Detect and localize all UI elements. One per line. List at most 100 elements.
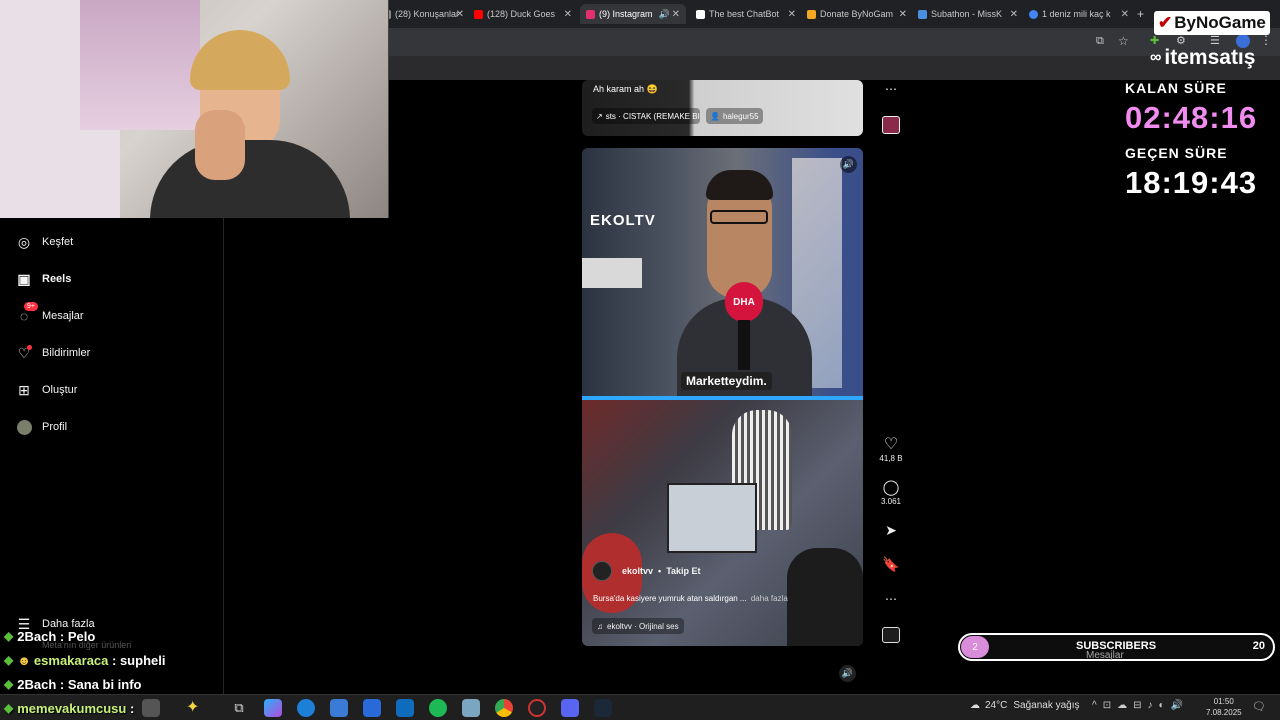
comment-action[interactable]: ◯ 3.061 bbox=[878, 479, 904, 506]
more-options-icon[interactable]: ⋯ bbox=[878, 592, 904, 606]
sidebar-item-label: Reels bbox=[42, 273, 72, 285]
sidebar-item-messages[interactable]: ◌ 9+ Mesajlar bbox=[16, 302, 84, 326]
chat-message: ◆ 2Bach : Pelo bbox=[0, 624, 260, 648]
chat-separator: : bbox=[108, 652, 120, 668]
subscriber-goal-bar: 2 SUBSCRIBERS Mesajlar 20 bbox=[958, 633, 1275, 661]
chat-separator: : bbox=[56, 676, 68, 692]
notification-badge: 9+ bbox=[24, 302, 38, 311]
tab-favicon-icon bbox=[696, 9, 705, 19]
weather-widget[interactable]: ☁ 24°C Sağanak yağış bbox=[970, 700, 1080, 711]
sidebar-item-create[interactable]: ⊞ Oluştur bbox=[16, 380, 77, 400]
sidebar-item-explore[interactable]: ◎ Keşfet bbox=[16, 232, 73, 252]
close-icon[interactable]: ✕ bbox=[456, 9, 464, 20]
headphones bbox=[150, 140, 350, 218]
outlook-icon[interactable] bbox=[396, 699, 414, 717]
chat-message: ◆ 2Bach : Sana bi info bbox=[0, 672, 260, 696]
arrow-up-right-icon: ↗ bbox=[596, 111, 603, 121]
close-icon[interactable]: ✕ bbox=[1010, 9, 1018, 20]
close-icon[interactable]: ✕ bbox=[1121, 9, 1129, 20]
tab-label: 1 deniz mili kaç k bbox=[1042, 9, 1111, 19]
cash-register-screen bbox=[667, 483, 757, 553]
close-icon[interactable]: ✕ bbox=[788, 9, 796, 20]
edge-icon[interactable] bbox=[297, 699, 315, 717]
like-action[interactable]: ♡ 41,8 B bbox=[878, 436, 904, 463]
author-avatar[interactable] bbox=[592, 561, 612, 581]
follow-button[interactable]: Takip Et bbox=[666, 566, 700, 576]
chat-username: memevakumcusu bbox=[17, 700, 127, 716]
spotify-icon[interactable] bbox=[429, 699, 447, 717]
like-count: 41,8 B bbox=[879, 454, 903, 463]
notification-center-icon[interactable]: 🗨 bbox=[1252, 700, 1266, 713]
browser-tab[interactable]: 1 deniz mili kaç k ✕ bbox=[1029, 4, 1129, 24]
chat-badge-icon: ◆ bbox=[4, 677, 14, 691]
reel-main[interactable]: EKOLTV DHA Marketteydim. 🔊 ekoltvv • Tak… bbox=[582, 148, 863, 646]
browser-tab[interactable]: The best ChatBot ✕ bbox=[696, 4, 796, 24]
reel-author-row: ekoltvv • Takip Et bbox=[592, 561, 701, 581]
browser-tab[interactable]: Donate ByNoGam ✕ bbox=[807, 4, 907, 24]
sidebar-item-label: Oluştur bbox=[42, 384, 78, 396]
subathon-timer: KALAN SÜRE 02:48:16 GEÇEN SÜRE 18:19:43 bbox=[1110, 80, 1280, 210]
reel-audio-chip[interactable]: ↗ sts · CISTAK (REMAKE BI bbox=[592, 108, 700, 124]
comment-icon[interactable]: ◯ bbox=[878, 479, 904, 497]
chat-text: supheli bbox=[119, 652, 166, 668]
audio-thumbnail[interactable] bbox=[882, 116, 900, 134]
remaining-time-label: KALAN SÜRE bbox=[1125, 80, 1227, 96]
kebab-menu-icon[interactable]: ⋮ bbox=[1260, 33, 1272, 47]
browser-tab[interactable]: (28) Konuşanlar ✕ bbox=[382, 4, 464, 24]
reel-audio-chip[interactable]: ♫ ekoltvv · Orijinal ses bbox=[592, 618, 684, 634]
brand-name: ByNoGame bbox=[1174, 13, 1266, 32]
emote-icon: ☻ bbox=[17, 652, 31, 668]
channel-logo: EKOLTV bbox=[590, 212, 656, 229]
close-icon[interactable]: ✕ bbox=[672, 9, 680, 20]
install-app-icon[interactable]: ⧉ bbox=[1096, 35, 1104, 48]
sidebar-item-notifications[interactable]: ♡ Bildirimler bbox=[16, 343, 91, 363]
more-options-icon[interactable]: ⋯ bbox=[878, 82, 904, 96]
copilot-icon[interactable] bbox=[264, 699, 282, 717]
bookmark-star-icon[interactable]: ☆ bbox=[1118, 34, 1129, 48]
system-tray-icons[interactable]: ^⊡☁⊟♪◐🔊 bbox=[1092, 700, 1189, 711]
remaining-time-value: 02:48:16 bbox=[1125, 100, 1258, 135]
heart-icon[interactable]: ♡ bbox=[878, 436, 904, 454]
settings-gear-icon[interactable] bbox=[462, 699, 480, 717]
close-icon[interactable]: ✕ bbox=[899, 9, 907, 20]
sidebar-item-reels[interactable]: ▣ Reels bbox=[16, 269, 71, 289]
plus-square-icon: ⊞ bbox=[18, 381, 30, 398]
share-icon[interactable]: ➤ bbox=[878, 522, 904, 539]
clock[interactable]: 01:50 7.08.2025 bbox=[1206, 696, 1242, 718]
taskbar-app-icon[interactable] bbox=[142, 699, 160, 717]
sidebar-item-profile[interactable]: Profil bbox=[16, 417, 67, 437]
browser-tab[interactable]: Subathon - MissK ✕ bbox=[918, 4, 1018, 24]
steam-icon[interactable] bbox=[594, 699, 612, 717]
chrome-icon[interactable] bbox=[495, 699, 513, 717]
reporter-hair bbox=[706, 170, 773, 200]
browser-tab[interactable]: (128) Duck Goes ✕ bbox=[474, 4, 572, 24]
discord-icon[interactable] bbox=[561, 699, 579, 717]
instagram-icon bbox=[586, 9, 595, 19]
author-username[interactable]: ekoltvv bbox=[622, 566, 653, 576]
tab-label: (28) Konuşanlar bbox=[395, 9, 460, 19]
chat-username: 2Bach bbox=[17, 628, 57, 644]
glasses bbox=[710, 210, 768, 224]
sound-on-icon[interactable]: 🔊 bbox=[840, 156, 857, 173]
task-view-icon[interactable]: ⧉ bbox=[230, 699, 248, 717]
reel-user-chip[interactable]: 👤 halegur55 bbox=[706, 108, 763, 124]
chat-message: ◆ ☻ esmakaraca : supheli bbox=[0, 648, 260, 672]
save-bookmark-icon[interactable]: 🔖 bbox=[878, 556, 904, 573]
browser-tab-active[interactable]: (9) Instagram 🔊 ✕ bbox=[580, 4, 686, 24]
webcam-overlay bbox=[0, 0, 389, 218]
reel-previous[interactable]: Ah karam ah 😆 ↗ sts · CISTAK (REMAKE BI … bbox=[582, 80, 863, 136]
audio-thumbnail[interactable] bbox=[882, 627, 900, 643]
music-note-icon: ♫ bbox=[597, 621, 603, 631]
caption-more-link[interactable]: daha fazla bbox=[751, 594, 788, 603]
store-counter bbox=[582, 258, 642, 288]
copilot-sparkle-icon[interactable]: ✦ bbox=[186, 699, 204, 717]
store-icon[interactable] bbox=[363, 699, 381, 717]
new-tab-button[interactable]: + bbox=[1137, 4, 1151, 24]
folder-icon[interactable] bbox=[330, 699, 348, 717]
obs-icon[interactable] bbox=[528, 699, 546, 717]
sound-on-icon[interactable]: 🔊 bbox=[839, 665, 856, 682]
notification-dot bbox=[27, 345, 32, 350]
chat-username: esmakaraca bbox=[33, 652, 109, 668]
close-icon[interactable]: ✕ bbox=[564, 9, 572, 20]
sidebar-item-label: Bildirimler bbox=[42, 347, 91, 359]
